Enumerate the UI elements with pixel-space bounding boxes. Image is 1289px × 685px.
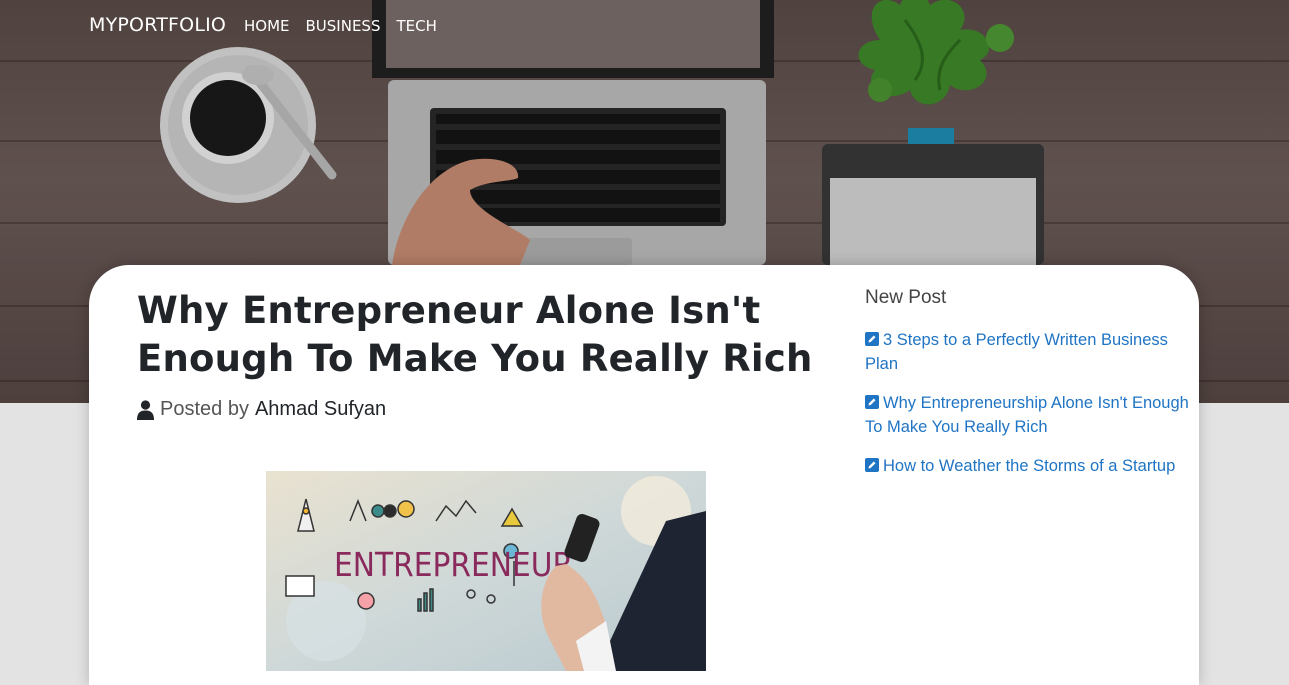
edit-icon [865,458,879,472]
edit-icon [865,332,879,346]
sidebar-post-label: How to Weather the Storms of a Startup [883,457,1176,475]
nav-links: HOME BUSINESS TECH [244,17,437,35]
sidebar-title: New Post [865,287,947,308]
sidebar-post-link-3[interactable]: How to Weather the Storms of a Startup [865,457,1175,475]
sidebar-new-posts: New Post 3 Steps to a Perfectly Written … [865,287,1195,493]
post-byline: Posted by Ahmad Sufyan [137,398,386,421]
edit-icon [865,395,879,409]
author-name: Ahmad Sufyan [254,398,387,420]
byline-prefix: Posted by [160,398,249,420]
nav-link-tech[interactable]: TECH [396,17,436,35]
nav-link-home[interactable]: HOME [244,17,290,35]
user-icon [137,399,154,420]
sidebar-post-list: 3 Steps to a Perfectly Written Business … [865,328,1195,478]
list-item: How to Weather the Storms of a Startup [865,454,1195,478]
sidebar-post-label: 3 Steps to a Perfectly Written Business … [865,331,1168,373]
list-item: 3 Steps to a Perfectly Written Business … [865,328,1195,376]
image-word: ENTREPRENEUR [334,545,573,584]
content-card: Why Entrepreneur Alone Isn't Enough To M… [89,265,1199,685]
sidebar-post-label: Why Entrepreneurship Alone Isn't Enough … [865,394,1189,436]
list-item: Why Entrepreneurship Alone Isn't Enough … [865,391,1195,439]
sidebar-post-link-2[interactable]: Why Entrepreneurship Alone Isn't Enough … [865,394,1189,436]
post-featured-image: ENTREPRENEUR [266,471,706,671]
navbar: MYPORTFOLIO HOME BUSINESS TECH [0,0,1289,54]
brand-logo[interactable]: MYPORTFOLIO [89,14,226,36]
sidebar-post-link-1[interactable]: 3 Steps to a Perfectly Written Business … [865,331,1168,373]
nav-link-business[interactable]: BUSINESS [306,17,381,35]
post-title: Why Entrepreneur Alone Isn't Enough To M… [137,289,813,380]
